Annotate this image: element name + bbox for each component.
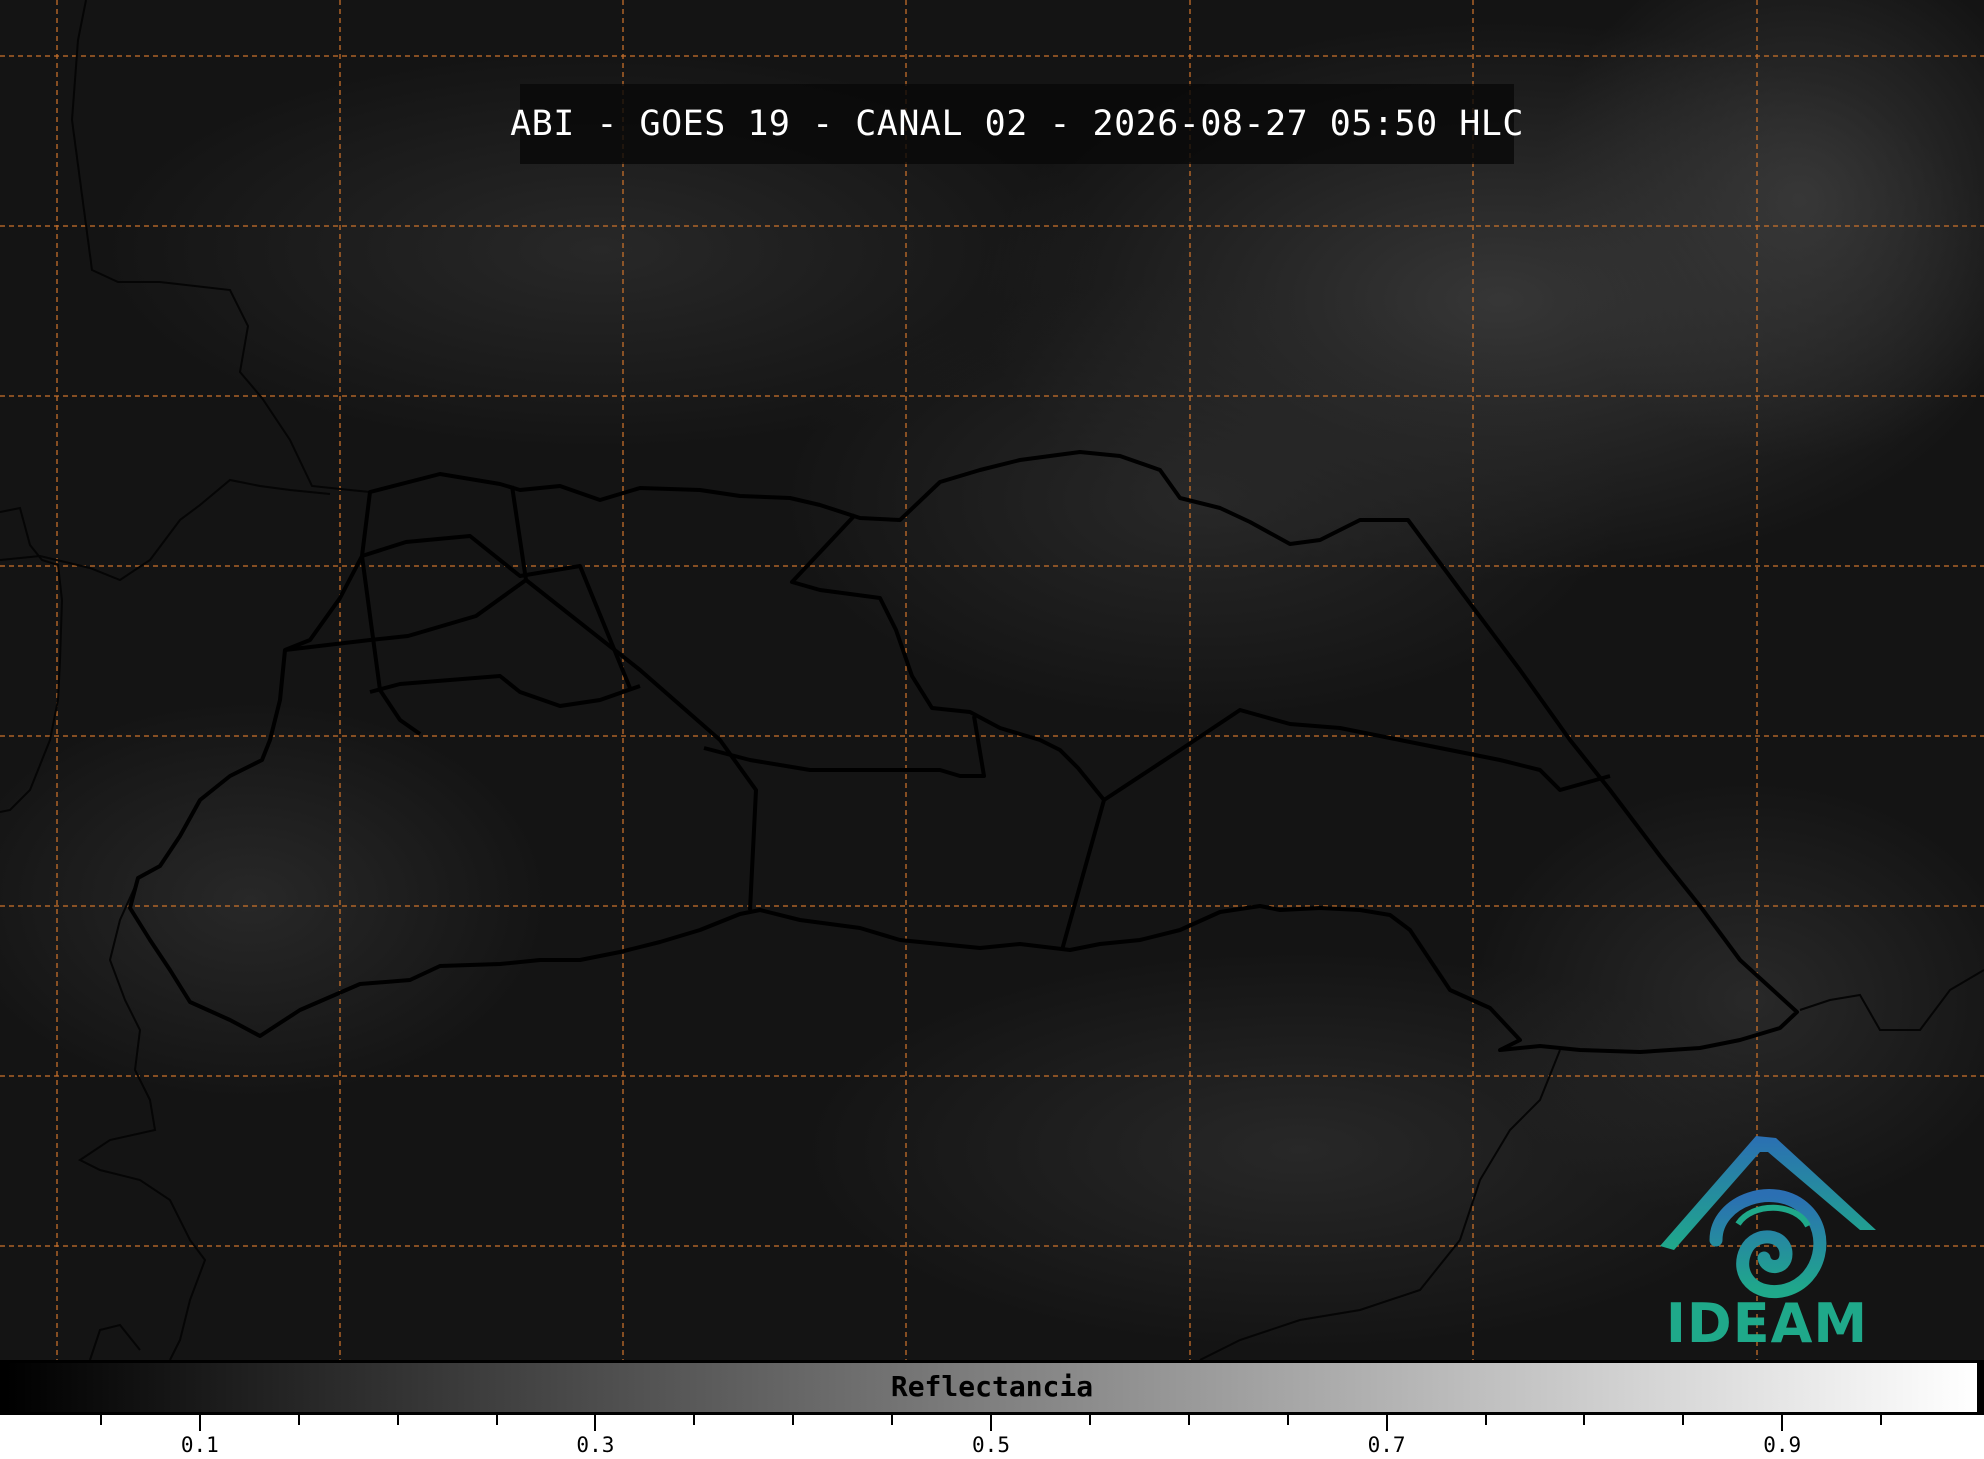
colorbar-minor-tick — [693, 1415, 696, 1425]
colorbar-tick-label: 0.7 — [1367, 1433, 1406, 1457]
colorbar-minor-tick — [1286, 1415, 1289, 1425]
colorbar-label: Reflectancia — [890, 1370, 1094, 1403]
colorbar-minor-tick — [1088, 1415, 1091, 1425]
colorbar-tick-label: 0.9 — [1763, 1433, 1802, 1457]
colorbar-major-tick — [198, 1415, 201, 1431]
colorbar-minor-tick — [495, 1415, 498, 1425]
colorbar-major-tick — [990, 1415, 992, 1431]
colorbar-minor-tick — [1880, 1415, 1883, 1425]
colorbar-minor-tick — [792, 1415, 795, 1425]
colorbar-minor-tick — [297, 1415, 300, 1425]
image-title: ABI - GOES 19 - CANAL 02 - 2026-08-27 05… — [510, 84, 1523, 164]
colorbar-axis: 0.1 0.3 0.5 0.7 0.9 — [0, 1415, 1984, 1459]
colorbar-minor-tick — [99, 1415, 102, 1425]
colorbar-minor-tick — [1583, 1415, 1586, 1425]
colorbar-minor-tick — [1187, 1415, 1190, 1425]
satellite-image-view: ABI - GOES 19 - CANAL 02 - 2026-08-27 05… — [0, 0, 1984, 1459]
colorbar-tick-label: 0.5 — [972, 1433, 1010, 1457]
ideam-logo-text: IDEAM — [1665, 1292, 1869, 1355]
colorbar-major-tick — [594, 1415, 597, 1431]
colorbar-minor-tick — [1682, 1415, 1685, 1425]
colorbar-minor-tick — [1484, 1415, 1487, 1425]
colorbar-tick-label: 0.1 — [180, 1433, 219, 1457]
colorbar-minor-tick — [891, 1415, 894, 1425]
colorbar-major-tick — [1385, 1415, 1388, 1431]
colorbar-major-tick — [1781, 1415, 1784, 1431]
colorbar-tick-label: 0.3 — [576, 1433, 615, 1457]
colorbar-minor-tick — [396, 1415, 399, 1425]
